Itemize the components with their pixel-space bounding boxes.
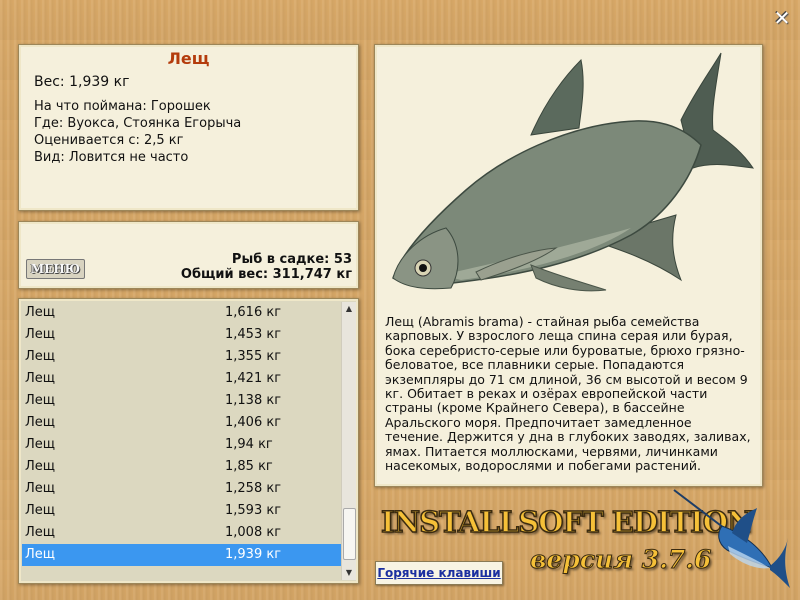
fish-kind: Вид: Ловится не часто (34, 150, 189, 165)
list-item-name: Лещ (25, 481, 56, 496)
list-item-name: Лещ (25, 305, 56, 320)
list-item[interactable]: Лещ 1,616 кг (22, 302, 341, 324)
list-item-name: Лещ (25, 371, 56, 386)
list-item[interactable]: Лещ 1,939 кг (22, 544, 341, 566)
list-item[interactable]: Лещ 1,258 кг (22, 478, 341, 500)
fish-info-panel: Лещ Вес: 1,939 кг На что поймана: Гороше… (18, 44, 359, 211)
list-item-name: Лещ (25, 547, 56, 562)
list-item-weight: 1,355 кг (225, 349, 282, 364)
list-item-weight: 1,939 кг (225, 547, 282, 562)
valued-from: Оценивается с: 2,5 кг (34, 133, 184, 148)
scroll-down-arrow-icon[interactable]: ▼ (342, 566, 356, 580)
list-item[interactable]: Лещ 1,138 кг (22, 390, 341, 412)
list-item-name: Лещ (25, 393, 56, 408)
list-item[interactable]: Лещ 1,85 кг (22, 456, 341, 478)
list-item-name: Лещ (25, 349, 56, 364)
hotkeys-link[interactable]: Горячие клавиши (377, 566, 500, 580)
list-item-name: Лещ (25, 503, 56, 518)
list-item[interactable]: Лещ 1,453 кг (22, 324, 341, 346)
list-item-weight: 1,406 кг (225, 415, 282, 430)
catch-location: Где: Вуокса, Стоянка Егорыча (34, 116, 242, 131)
fish-count: Рыб в садке: 53 (231, 252, 352, 267)
list-item[interactable]: Лещ 1,355 кг (22, 346, 341, 368)
list-scrollbar[interactable]: ▲ ▼ (341, 302, 356, 580)
hotkeys-button[interactable]: Горячие клавиши (375, 561, 503, 585)
fish-description: Лещ (Abramis brama) - стайная рыба семей… (385, 314, 751, 474)
total-weight: Общий вес: 311,747 кг (180, 267, 352, 282)
list-item[interactable]: Лещ 1,406 кг (22, 412, 341, 434)
list-item[interactable]: Лещ 1,94 кг (22, 434, 341, 456)
marlin-logo-icon (673, 489, 790, 588)
list-item-weight: 1,593 кг (225, 503, 282, 518)
bream-fish-image (392, 52, 755, 292)
list-item[interactable]: Лещ 1,421 кг (22, 368, 341, 390)
list-item-weight: 1,008 кг (225, 525, 282, 540)
list-item-weight: 1,258 кг (225, 481, 282, 496)
scroll-up-arrow-icon[interactable]: ▲ (342, 302, 356, 316)
list-item-weight: 1,616 кг (225, 305, 282, 320)
scrollbar-thumb[interactable] (343, 508, 356, 560)
catch-summary-panel: МЕНЮ Рыб в садке: 53 Общий вес: 311,747 … (18, 221, 359, 289)
list-item-weight: 1,453 кг (225, 327, 282, 342)
list-item-weight: 1,85 кг (225, 459, 273, 474)
list-item-name: Лещ (25, 437, 56, 452)
list-item-name: Лещ (25, 459, 56, 474)
list-item[interactable]: Лещ 1,008 кг (22, 522, 341, 544)
menu-button[interactable]: МЕНЮ (26, 259, 85, 279)
list-item[interactable]: Лещ 1,593 кг (22, 500, 341, 522)
close-icon[interactable]: ✕ (772, 8, 792, 28)
list-item-weight: 1,421 кг (225, 371, 282, 386)
list-item-name: Лещ (25, 327, 56, 342)
list-item-name: Лещ (25, 525, 56, 540)
fish-title: Лещ (167, 49, 210, 68)
list-item-name: Лещ (25, 415, 56, 430)
list-item-weight: 1,94 кг (225, 437, 273, 452)
catch-list[interactable]: Лещ 1,616 кг Лещ 1,453 кг Лещ 1,355 кг Лещ 1,42… (18, 298, 359, 584)
fish-weight: Вес: 1,939 кг (34, 74, 130, 90)
catch-list-rows: Лещ 1,616 кг Лещ 1,453 кг Лещ 1,355 кг Лещ 1,42… (22, 302, 341, 566)
caught-with: На что поймана: Горошек (34, 99, 211, 114)
list-item-weight: 1,138 кг (225, 393, 282, 408)
fish-detail-panel: Лещ (Abramis brama) - стайная рыба семей… (374, 44, 763, 487)
